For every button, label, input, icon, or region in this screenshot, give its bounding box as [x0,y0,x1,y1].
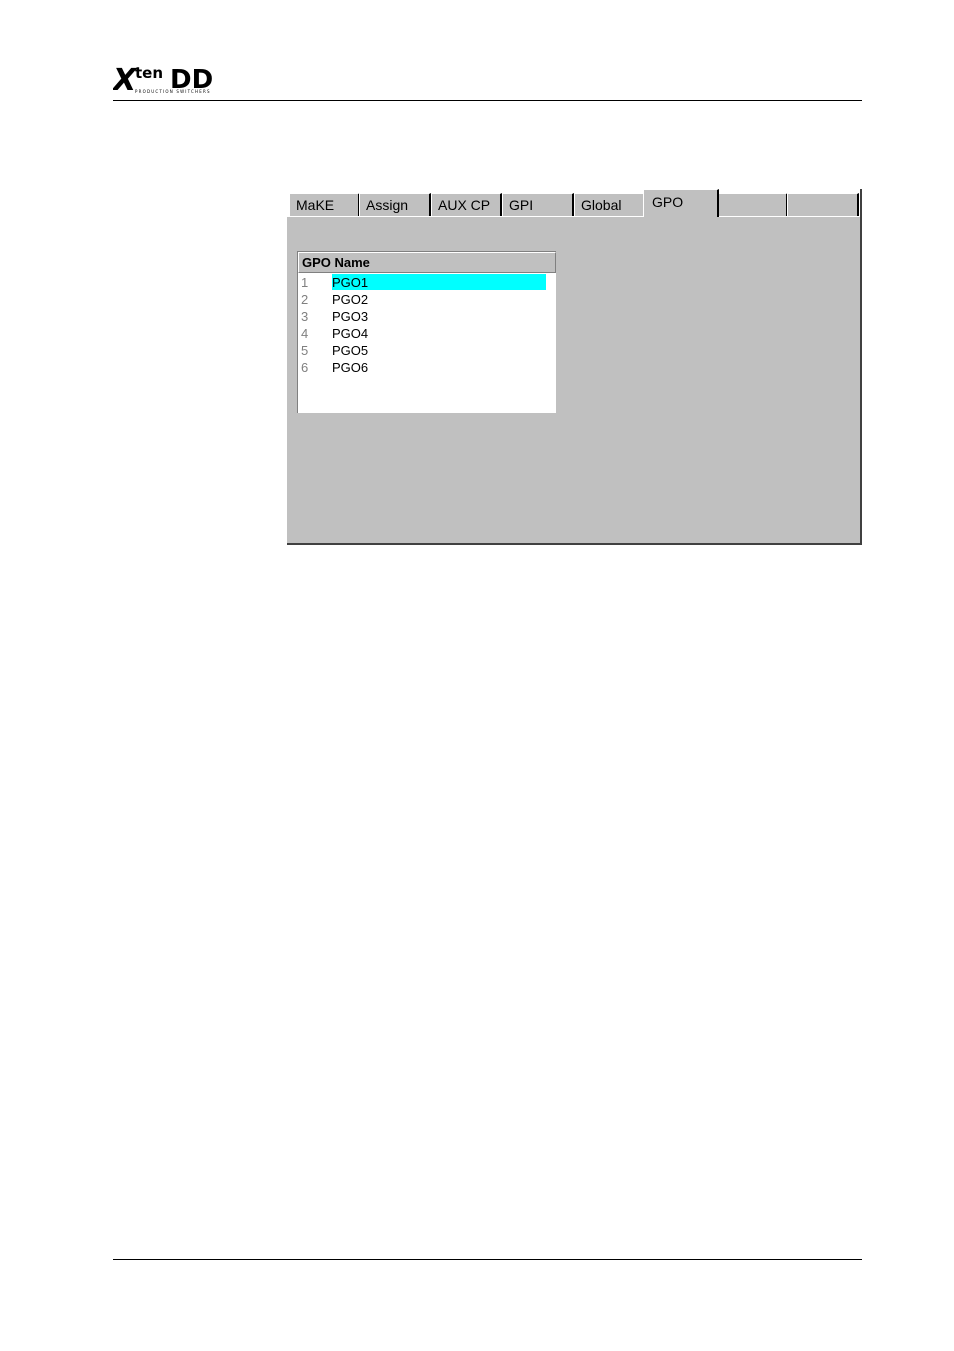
tab-empty-2[interactable] [787,193,859,217]
row-number: 5 [301,343,309,358]
footer-rule [113,1259,862,1260]
row-number: 4 [301,326,309,341]
gpo-name[interactable]: PGO3 [332,308,546,324]
list-item[interactable]: 2 PGO2 [298,291,556,308]
tab-gpo[interactable]: GPO [643,189,719,217]
column-header-gpo-name[interactable]: GPO Name [298,252,556,273]
list-item[interactable]: 4 PGO4 [298,325,556,342]
gpo-name[interactable]: PGO6 [332,359,546,375]
gpo-list-body: 1 PGO1 2 PGO2 3 PGO3 4 PGO4 5 PGO5 6 PGO… [298,274,556,376]
list-item[interactable]: 5 PGO5 [298,342,556,359]
list-item[interactable]: 6 PGO6 [298,359,556,376]
tab-bar: MaKE Assign AUX CP GPI Global GPO [287,189,860,217]
gpo-name-list[interactable]: GPO Name 1 PGO1 2 PGO2 3 PGO3 4 PGO4 5 P… [297,251,556,413]
tab-aux-cp[interactable]: AUX CP [431,193,502,217]
tab-empty-1[interactable] [718,193,788,217]
gpo-name[interactable]: PGO2 [332,291,546,307]
tab-gpi[interactable]: GPI [502,193,574,217]
gpo-name[interactable]: PGO1 [332,274,546,290]
svg-text:PRODUCTION SWITCHERS: PRODUCTION SWITCHERS [135,89,211,94]
header-rule [113,100,862,101]
gpo-settings-panel: MaKE Assign AUX CP GPI Global GPO GPO Na… [287,189,862,545]
list-item[interactable]: 3 PGO3 [298,308,556,325]
tab-assign[interactable]: Assign [359,193,431,217]
row-number: 3 [301,309,309,324]
tab-make[interactable]: MaKE [289,193,360,217]
row-number: 6 [301,360,309,375]
gpo-name[interactable]: PGO5 [332,342,546,358]
tab-global[interactable]: Global [574,193,645,217]
xten-dd-logo: X ten DD PRODUCTION SWITCHERS [113,63,213,96]
row-number: 2 [301,292,309,307]
svg-text:ten: ten [135,64,163,82]
row-number: 1 [301,275,309,290]
list-item[interactable]: 1 PGO1 [298,274,556,291]
gpo-name[interactable]: PGO4 [332,325,546,341]
